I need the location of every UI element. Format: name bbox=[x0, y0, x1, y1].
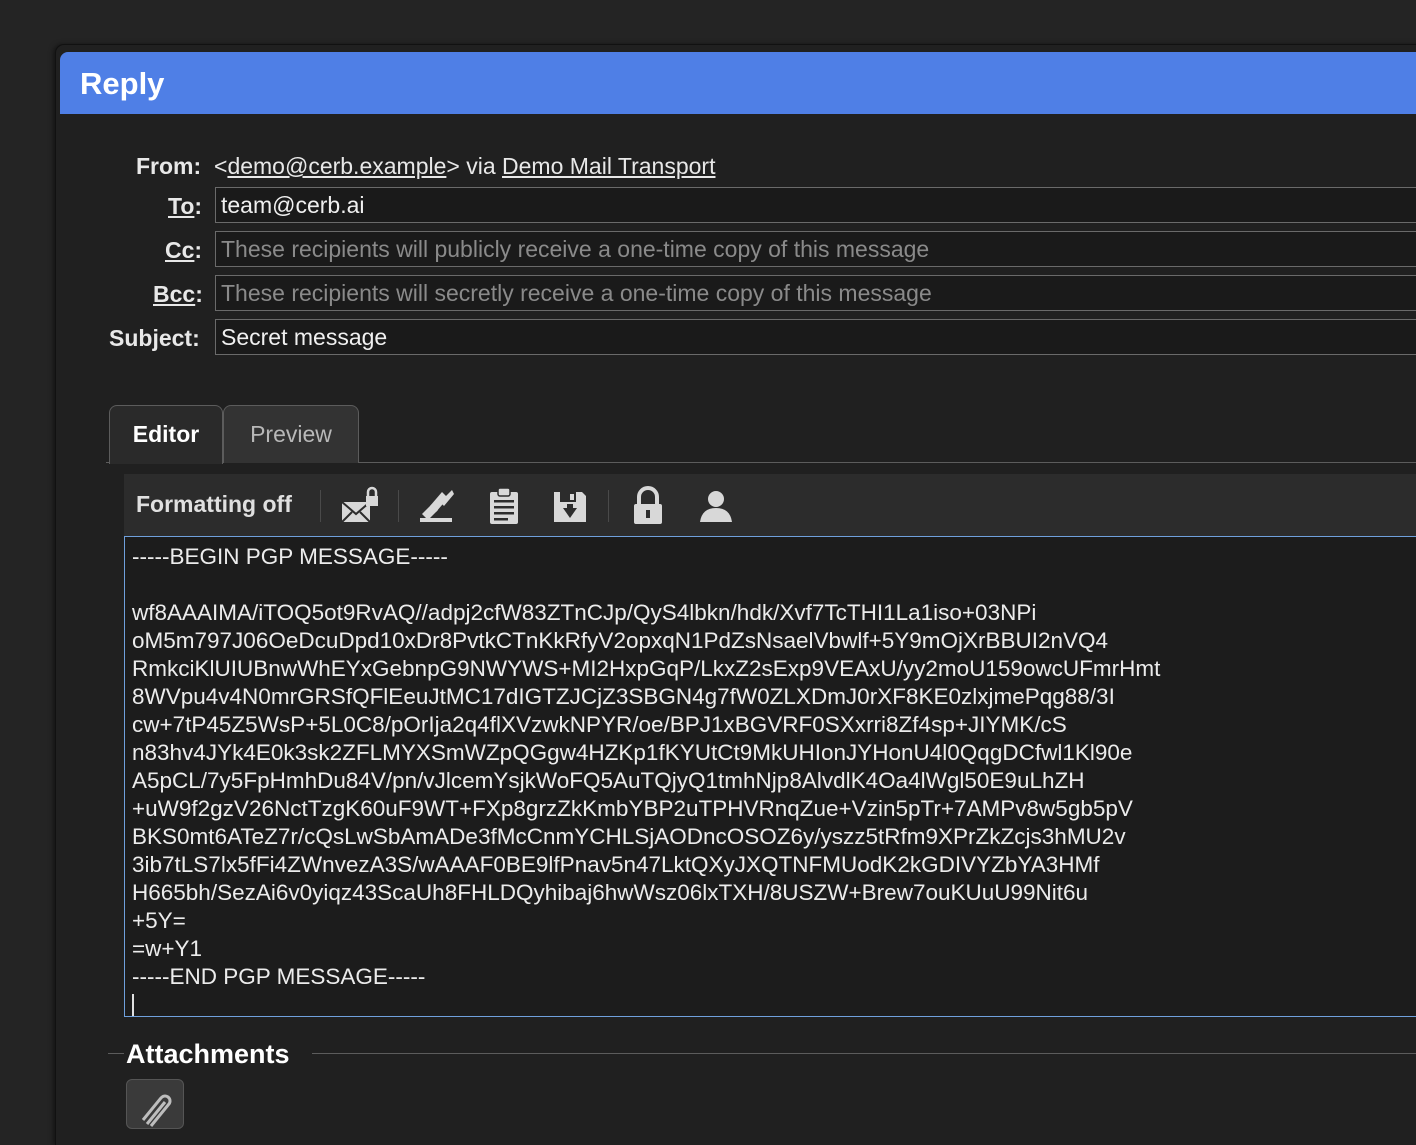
to-input[interactable] bbox=[215, 187, 1416, 223]
clipboard-icon[interactable] bbox=[484, 486, 524, 526]
toolbar-separator bbox=[320, 490, 321, 522]
bcc-colon: : bbox=[195, 281, 203, 307]
from-prefix: < bbox=[214, 153, 228, 179]
add-attachment-button[interactable] bbox=[126, 1079, 184, 1129]
formatting-toggle[interactable]: Formatting off bbox=[136, 491, 292, 518]
bcc-label-link[interactable]: Bcc bbox=[153, 281, 195, 307]
cc-label-link[interactable]: Cc bbox=[165, 237, 194, 263]
lock-icon[interactable] bbox=[628, 486, 668, 526]
cc-label: Cc: bbox=[165, 237, 202, 264]
user-icon[interactable] bbox=[696, 486, 736, 526]
from-address-link[interactable]: demo@cerb.example bbox=[227, 153, 446, 179]
reply-dialog: Reply From: <demo@cerb.example> via Demo… bbox=[56, 45, 1416, 1145]
attachments-heading: Attachments bbox=[126, 1039, 290, 1069]
bcc-input[interactable] bbox=[215, 275, 1416, 311]
to-colon: : bbox=[194, 193, 203, 219]
toolbar-separator bbox=[608, 490, 609, 522]
tab-preview[interactable]: Preview bbox=[223, 405, 359, 463]
from-suffix: > via bbox=[446, 153, 496, 179]
attachments-divider bbox=[108, 1053, 124, 1054]
message-body-editor[interactable]: -----BEGIN PGP MESSAGE----- wf8AAAIMA/iT… bbox=[124, 536, 1416, 1017]
from-label: From: bbox=[136, 153, 202, 179]
text-caret bbox=[132, 994, 134, 1016]
dialog-title: Reply bbox=[80, 66, 165, 101]
toolbar-separator bbox=[398, 490, 399, 522]
bcc-label: Bcc: bbox=[153, 281, 203, 308]
save-draft-icon[interactable] bbox=[550, 486, 590, 526]
cc-colon: : bbox=[194, 237, 203, 263]
tab-editor[interactable]: Editor bbox=[109, 405, 223, 464]
editor-toolbar: Formatting off bbox=[124, 474, 1416, 536]
cc-input[interactable] bbox=[215, 231, 1416, 267]
to-label-link[interactable]: To bbox=[168, 193, 194, 219]
message-body-text: -----BEGIN PGP MESSAGE----- wf8AAAIMA/iT… bbox=[132, 544, 1161, 989]
from-value: <demo@cerb.example> via Demo Mail Transp… bbox=[214, 153, 715, 180]
to-label: To: bbox=[168, 193, 202, 220]
subject-input[interactable] bbox=[215, 319, 1416, 355]
encrypted-mail-icon[interactable] bbox=[340, 486, 380, 526]
dialog-titlebar: Reply bbox=[60, 52, 1416, 114]
signature-icon[interactable] bbox=[416, 486, 456, 526]
subject-label: Subject: bbox=[109, 325, 200, 351]
mail-transport-link[interactable]: Demo Mail Transport bbox=[502, 153, 715, 179]
attachments-divider bbox=[312, 1053, 1416, 1054]
